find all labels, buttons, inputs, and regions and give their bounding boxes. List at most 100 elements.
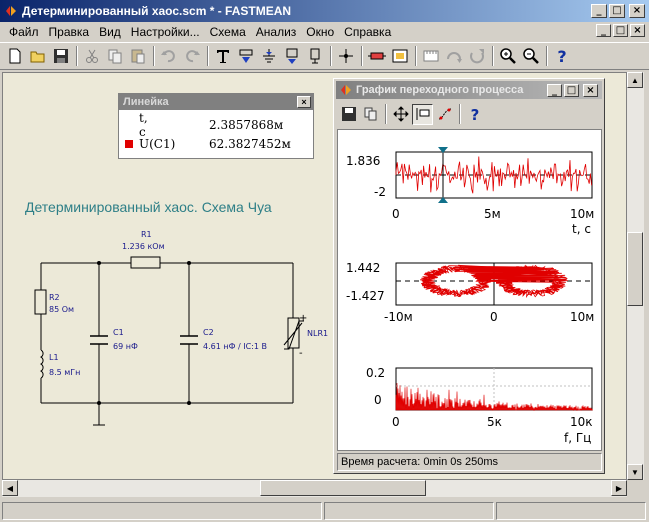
capacitor-c2[interactable]	[180, 335, 198, 345]
plot3-x0: 0	[392, 415, 400, 429]
ruler-close-button[interactable]: ×	[297, 96, 311, 108]
graph-copy-icon[interactable]	[360, 104, 381, 125]
scroll-left-icon[interactable]: ◀	[2, 480, 18, 496]
ruler-title-bar[interactable]: Линейка ×	[119, 94, 313, 110]
plot-transient: 1.836 -2 0 5м 10м t, c	[346, 147, 594, 236]
menu-analysis[interactable]: Анализ	[251, 25, 302, 39]
scroll-down-icon[interactable]: ▼	[627, 464, 643, 480]
close-button[interactable]: ×	[629, 4, 645, 18]
help-icon[interactable]: ?	[551, 45, 573, 67]
zoom-out-icon[interactable]	[520, 45, 542, 67]
title-bar[interactable]: Детерминированный хаос.scm * - FASTMEAN …	[0, 0, 649, 22]
resistor-icon[interactable]	[366, 45, 388, 67]
ruler-voltage-label: U(C1)	[139, 137, 176, 151]
rotate-icon[interactable]	[466, 45, 488, 67]
app-icon	[6, 6, 16, 16]
menu-view[interactable]: Вид	[94, 25, 126, 39]
menu-help[interactable]: Справка	[339, 25, 396, 39]
mdi-close-button[interactable]: ×	[630, 24, 645, 37]
ruler-window[interactable]: Линейка × t, с 2.3857868м U(C1) 62.38274…	[118, 93, 314, 159]
pan-icon[interactable]	[390, 104, 411, 125]
mdi-restore-button[interactable]: □	[613, 24, 628, 37]
toolbar-separator	[153, 46, 155, 66]
graph-toolbar: ?	[336, 101, 602, 127]
vertical-scroll-thumb[interactable]	[627, 232, 643, 306]
menu-settings[interactable]: Настройки...	[126, 25, 205, 39]
status-cell	[2, 502, 322, 520]
save-icon[interactable]	[50, 45, 72, 67]
element-icon[interactable]	[389, 45, 411, 67]
graph-app-icon	[341, 85, 351, 95]
ruler-tool-icon[interactable]	[412, 103, 433, 125]
graph-toolbar-separator	[385, 104, 387, 124]
cut-icon[interactable]	[81, 45, 103, 67]
r1-name: R1	[141, 230, 152, 239]
toolbar-separator	[492, 46, 494, 66]
plot-area[interactable]: 1.836 -2 0 5м 10м t, c 1.442 -1.427 -10м	[337, 129, 602, 451]
toolbar-separator	[207, 46, 209, 66]
curve-icon[interactable]	[434, 104, 455, 125]
minimize-button[interactable]: _	[591, 4, 607, 18]
mdi-controls: _ □ ×	[596, 24, 645, 37]
graph-title-bar[interactable]: График переходного процесса _ □ ×	[336, 81, 602, 99]
copy-icon[interactable]	[104, 45, 126, 67]
graph-minimize-button[interactable]: _	[547, 83, 562, 97]
menu-schema[interactable]: Схема	[205, 25, 251, 39]
c1-value: 69 нФ	[113, 342, 138, 351]
label-down-icon[interactable]	[235, 45, 257, 67]
port-icon[interactable]	[304, 45, 326, 67]
vertical-scrollbar[interactable]: ▲ ▼	[627, 72, 644, 480]
plot1-x2: 10м	[570, 207, 594, 221]
scroll-right-icon[interactable]: ▶	[611, 480, 627, 496]
menu-window[interactable]: Окно	[301, 25, 339, 39]
svg-text:?: ?	[470, 106, 479, 122]
component-icon[interactable]	[281, 45, 303, 67]
paste-icon[interactable]	[127, 45, 149, 67]
undo-icon[interactable]	[158, 45, 180, 67]
r2-name: R2	[49, 293, 60, 302]
horizontal-scroll-thumb[interactable]	[260, 480, 426, 496]
node-icon[interactable]	[335, 45, 357, 67]
plot3-xlabel: f, Гц	[564, 431, 591, 445]
text-tool-icon[interactable]	[212, 45, 234, 67]
horizontal-scrollbar[interactable]: ◀ ▶	[2, 480, 627, 497]
flip-icon[interactable]	[443, 45, 465, 67]
svg-text:?: ?	[557, 47, 566, 65]
menu-file[interactable]: Файл	[4, 25, 44, 39]
plot1-ymin: -2	[374, 185, 386, 199]
capacitor-c1[interactable]	[90, 335, 108, 345]
menu-bar: Файл Правка Вид Настройки... Схема Анали…	[0, 22, 649, 41]
scroll-up-icon[interactable]: ▲	[627, 72, 643, 88]
mdi-minimize-button[interactable]: _	[596, 24, 611, 37]
ruler-title: Линейка	[123, 96, 169, 108]
transient-graph-window[interactable]: График переходного процесса _ □ × ? 1.83…	[333, 78, 605, 474]
graph-save-icon[interactable]	[338, 104, 359, 125]
graph-title: График переходного процесса	[356, 84, 524, 96]
l1-name: L1	[49, 353, 59, 362]
open-folder-icon[interactable]	[27, 45, 49, 67]
graph-toolbar-separator	[459, 104, 461, 124]
graph-maximize-button[interactable]: □	[564, 83, 579, 97]
status-cell	[496, 502, 646, 520]
plot3-x1: 5к	[487, 415, 502, 429]
new-document-icon[interactable]	[4, 45, 26, 67]
graph-close-button[interactable]: ×	[583, 83, 598, 97]
plots-svg: 1.836 -2 0 5м 10м t, c 1.442 -1.427 -10м	[346, 147, 594, 445]
ground-icon[interactable]	[258, 45, 280, 67]
graph-help-icon[interactable]: ?	[464, 104, 485, 125]
plot1-ymax: 1.836	[346, 154, 380, 168]
menu-edit[interactable]: Правка	[44, 25, 95, 39]
r2-value: 85 Ом	[49, 305, 74, 314]
main-toolbar: ?	[0, 42, 649, 70]
plot3-ymax: 0.2	[366, 366, 385, 380]
measure-icon[interactable]	[420, 45, 442, 67]
r1-value: 1.236 кОм	[122, 242, 165, 251]
inductor-l1[interactable]	[39, 349, 44, 379]
zoom-in-icon[interactable]	[497, 45, 519, 67]
redo-icon[interactable]	[181, 45, 203, 67]
resistor-r1[interactable]	[130, 256, 161, 269]
resistor-r2[interactable]	[34, 289, 47, 315]
toolbar-separator	[361, 46, 363, 66]
maximize-button[interactable]: □	[609, 4, 625, 18]
plot2-x0: -10м	[384, 310, 413, 324]
